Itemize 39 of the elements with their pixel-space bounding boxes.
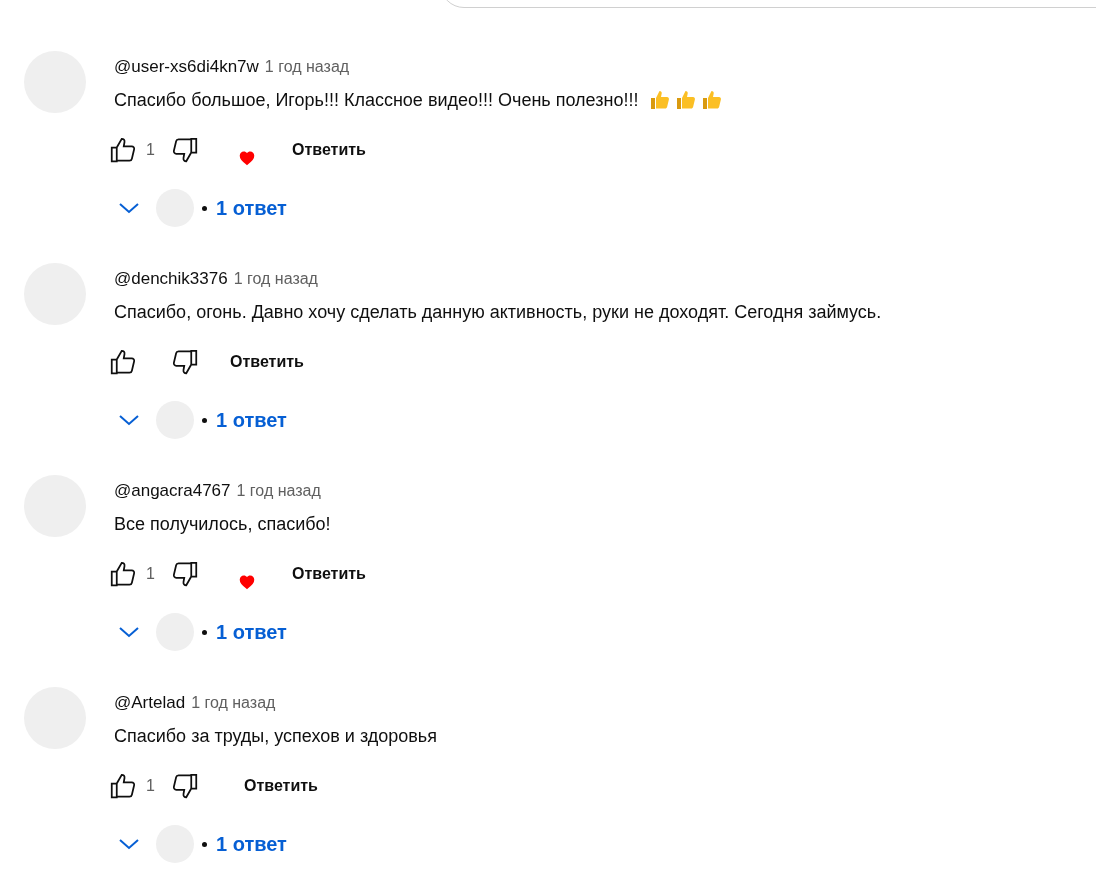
thumbs-up-icon[interactable] [108,135,138,165]
comment-author[interactable]: @user-xs6di4kn7w [114,54,259,80]
replies-link[interactable]: 1 ответ [216,617,287,647]
bullet-icon [202,205,207,211]
reply-button[interactable]: Ответить [288,556,370,592]
reply-button[interactable]: Ответить [288,132,370,168]
replies-link[interactable]: 1 ответ [216,193,287,223]
replies-link[interactable]: 1 ответ [216,829,287,859]
chevron-down-icon[interactable] [118,837,140,851]
thumbs-up-icon[interactable] [108,559,138,589]
like-count: 1 [146,776,156,796]
thumbs-down-icon[interactable] [170,347,200,377]
comment-text: Спасибо, огонь. Давно хочу сделать данную активность, руки не доходят. Сегодня займусь. [114,300,882,324]
comment-time[interactable]: 1 год назад [191,691,276,715]
comment-author[interactable]: @Artelad [114,690,186,716]
comment-author[interactable]: @angacra4767 [114,478,231,504]
chevron-down-icon[interactable] [118,413,140,427]
chevron-down-icon[interactable] [118,625,140,639]
comment-time[interactable]: 1 год назад [233,267,318,291]
reply-button[interactable]: Ответить [226,344,308,380]
comment-text: Спасибо большое, Игорь!!! Классное видео!!! Очень полезно!!! [114,88,639,112]
comment-author[interactable]: @denchik3376 [114,266,228,292]
reply-button[interactable]: Ответить [240,768,322,804]
bullet-icon [202,417,207,423]
chevron-down-icon[interactable] [118,201,140,215]
comment-time[interactable]: 1 год назад [264,55,350,79]
comment-time[interactable]: 1 год назад [236,479,321,503]
replies-link[interactable]: 1 ответ [216,405,287,435]
thumbs-up-icon[interactable] [108,347,138,377]
bullet-icon [202,629,207,635]
like-count: 1 [146,564,156,584]
thumbs-down-icon[interactable] [170,771,200,801]
comment-text: Все получилось, спасибо! [114,512,331,536]
thumbs-up-icon[interactable] [108,771,138,801]
comment-text: Спасибо за труды, успехов и здоровья [114,724,437,748]
thumbs-down-icon[interactable] [170,135,200,165]
like-count: 1 [146,140,156,160]
bullet-icon [202,841,207,847]
thumbs-down-icon[interactable] [170,559,200,589]
